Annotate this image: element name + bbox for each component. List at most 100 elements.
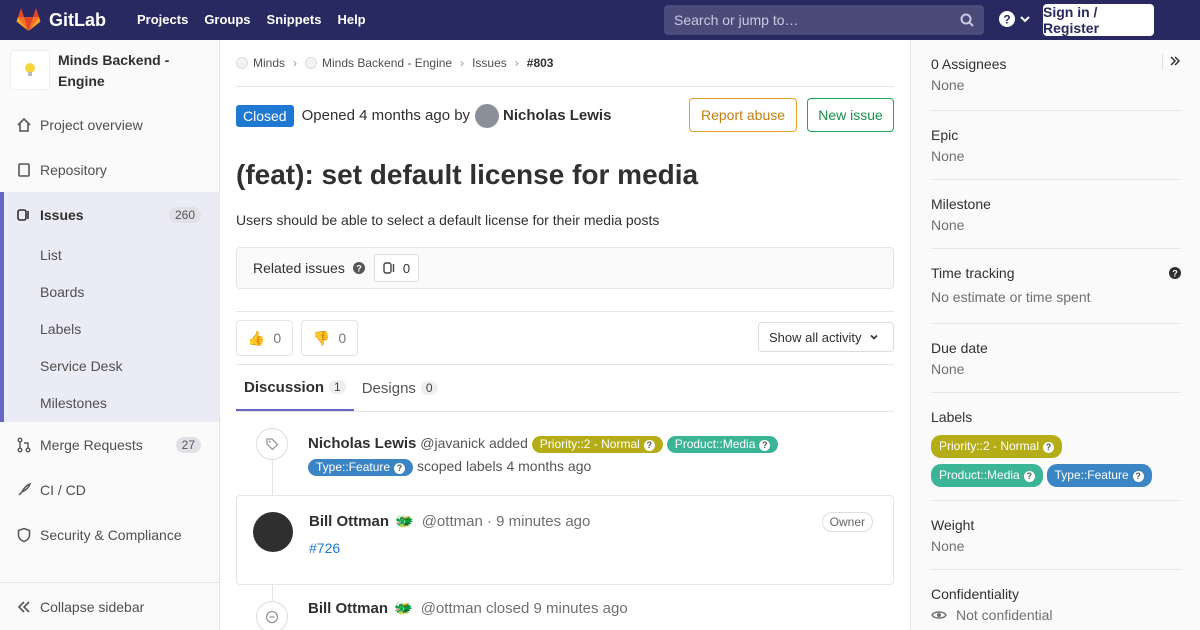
report-abuse-button[interactable]: Report abuse [689,98,797,132]
thumbs-up-count: 0 [273,330,282,346]
sidebar-subitem-boards[interactable]: Boards [4,274,219,311]
nav-groups[interactable]: Groups [196,0,258,40]
author-name[interactable]: Nicholas Lewis [503,107,611,124]
question-circle-icon[interactable]: ? [352,262,365,274]
sidebar-subitem-milestones[interactable]: Milestones [4,385,219,422]
label-type-feature[interactable]: Type::Feature? [1046,464,1152,487]
top-nav: Projects Groups Snippets Help [129,0,374,40]
related-count-value: 0 [402,260,411,276]
tag-icon [256,428,288,460]
issue-opened-info: Opened 4 months ago by Nicholas Lewis [302,103,611,128]
note-author[interactable]: Bill Ottman [308,600,388,617]
issues-submenu: List Boards Labels Service Desk Mileston… [0,237,219,422]
brand-name: GitLab [49,9,106,30]
question-circle-icon: ? [1043,442,1055,453]
search-box[interactable] [664,5,984,35]
label-text: Product::Media [674,437,756,451]
breadcrumb-project[interactable]: Minds Backend - Engine [322,56,452,70]
sidebar-item-project-overview[interactable]: Project overview [0,102,219,147]
question-circle-icon[interactable]: ? [1169,266,1181,282]
merge-requests-count-badge: 27 [175,436,201,453]
issues-count-badge: 260 [168,206,201,223]
epic-block: Epic None [931,111,1181,180]
label-type-feature[interactable]: Type::Feature? [308,459,414,476]
milestone-title: Milestone [931,196,991,212]
nav-help[interactable]: Help [329,0,373,40]
sign-in-button[interactable]: Sign in / Register [1043,4,1154,36]
question-circle-icon: ? [394,463,406,474]
sidebar-subitem-list[interactable]: List [4,237,219,274]
label-product-media[interactable]: Product::Media? [931,464,1043,487]
search-input[interactable] [674,12,960,28]
tab-designs[interactable]: Designs 0 [354,365,446,411]
collapse-sidebar-icon[interactable] [1162,54,1181,70]
breadcrumb-separator-icon: › [293,56,298,70]
merge-icon [16,437,32,453]
labels-block: Labels Priority::2 - Normal? Product::Me… [931,393,1181,501]
sidebar-item-repository[interactable]: Repository [0,147,219,192]
confidentiality-value: Not confidential [956,607,1053,623]
sidebar-item-ci-cd[interactable]: CI / CD [0,467,219,512]
tab-count: 1 [329,380,346,394]
label-text: Priority::2 - Normal [939,439,1040,453]
label-priority[interactable]: Priority::2 - Normal? [931,435,1063,458]
sidebar-item-label: Issues [40,206,84,223]
label-priority[interactable]: Priority::2 - Normal? [531,436,663,453]
issue-description: Users should be able to select a default… [236,212,660,228]
breadcrumb-issue-id[interactable]: #803 [527,56,554,70]
label-note-text: Nicholas Lewis @javanick added Priority:… [308,432,894,477]
label-product-media[interactable]: Product::Media? [666,436,779,453]
svg-text:?: ? [356,264,362,274]
dragon-emoji-icon: 🐲 [394,600,413,617]
rocket-icon [16,482,32,498]
sidebar-item-label: CI / CD [40,481,86,498]
author-avatar[interactable] [475,103,500,128]
milestone-value: None [931,217,965,233]
left-sidebar: Minds Backend - Engine Project overview … [0,40,220,630]
avatar[interactable] [253,512,293,552]
due-date-block: Due date None [931,324,1181,393]
top-navbar: GitLab Projects Groups Snippets Help ? S… [0,0,1200,40]
home-icon [16,117,32,133]
group-avatar-icon [236,57,248,69]
epic-value: None [931,148,965,164]
chevron-down-icon [1020,16,1030,23]
breadcrumb-separator-icon: › [460,56,465,70]
time-tracking-title: Time tracking [931,265,1015,281]
sidebar-item-merge-requests[interactable]: Merge Requests 27 [0,422,219,467]
project-header[interactable]: Minds Backend - Engine [0,40,219,102]
thumbs-down-button[interactable]: 👎 0 [301,320,358,356]
issue-title: (feat): set default license for media [236,159,699,190]
note-handle: @javanick added [420,435,528,451]
collapse-sidebar-button[interactable]: Collapse sidebar [0,582,219,630]
nav-projects[interactable]: Projects [129,0,196,40]
weight-block: Weight None [931,501,1181,570]
sidebar-item-security[interactable]: Security & Compliance [0,512,219,557]
breadcrumb-group[interactable]: Minds [253,56,285,70]
label-text: Type::Feature [1054,468,1129,482]
tab-label: Designs [361,379,416,397]
project-name: Minds Backend - Engine [58,52,170,89]
sidebar-subitem-labels[interactable]: Labels [4,311,219,348]
note-author[interactable]: Nicholas Lewis [308,435,416,452]
breadcrumb-issues[interactable]: Issues [472,56,507,70]
sidebar-subitem-service-desk[interactable]: Service Desk [4,348,219,385]
tab-discussion[interactable]: Discussion 1 [236,365,354,411]
thumbs-up-button[interactable]: 👍 0 [236,320,293,356]
nav-snippets[interactable]: Snippets [259,0,330,40]
sidebar-item-issues[interactable]: Issues 260 [0,192,219,237]
epic-title: Epic [931,127,959,143]
issue-reference-link[interactable]: #726 [309,540,877,556]
time-tracking-value: No estimate or time spent [931,289,1091,305]
project-avatar [10,50,50,90]
thumbs-down-count: 0 [338,330,347,346]
activity-filter-dropdown[interactable]: Show all activity [758,322,894,352]
help-dropdown[interactable]: ? [998,10,1031,28]
issues-icon [16,207,32,223]
new-issue-button[interactable]: New issue [807,98,894,132]
comment-header: Bill Ottman 🐲 @ottman · 9 minutes ago [309,512,877,531]
comment-author[interactable]: Bill Ottman [309,513,389,530]
issue-main: Minds › Minds Backend - Engine › Issues … [236,40,894,630]
gitlab-home-link[interactable]: GitLab [16,8,112,32]
weight-value: None [931,538,965,554]
